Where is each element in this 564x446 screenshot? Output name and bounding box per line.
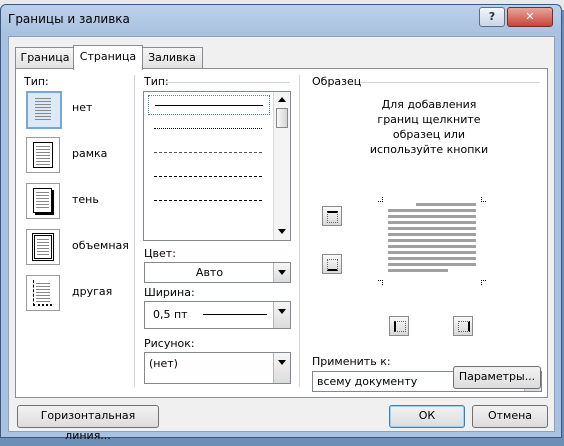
preview-text-line xyxy=(388,251,476,254)
column-divider xyxy=(299,75,300,387)
preview-text-line xyxy=(388,263,476,266)
tab-page-border[interactable]: Страница xyxy=(73,45,143,70)
preview-text-line xyxy=(388,245,476,248)
options-button-label: Параметры... xyxy=(458,370,536,383)
setting-custom[interactable] xyxy=(26,275,60,311)
top-border-button[interactable] xyxy=(322,206,342,226)
page-border-panel: Тип: нет рамка тень объемная другая Тип:… xyxy=(15,68,548,398)
right-border-button[interactable] xyxy=(453,316,473,336)
page-3d-icon xyxy=(32,233,54,261)
line-style-solid[interactable] xyxy=(148,95,270,115)
setting-none[interactable] xyxy=(26,91,62,129)
preview-label-rule xyxy=(360,82,540,83)
color-label: Цвет: xyxy=(144,247,176,260)
help-icon: ? xyxy=(488,10,496,23)
preview-text-line xyxy=(388,269,448,272)
corner-mark xyxy=(378,280,383,285)
preview-text-line xyxy=(416,203,476,206)
scroll-thumb[interactable] xyxy=(276,108,288,128)
line-style-dash[interactable] xyxy=(148,167,268,185)
corner-mark xyxy=(481,197,486,202)
help-button[interactable]: ? xyxy=(479,7,505,27)
close-button[interactable]: ✕ xyxy=(507,7,553,27)
width-value: 0,5 пт xyxy=(153,308,188,321)
corner-mark xyxy=(378,197,383,202)
setting-custom-label: другая xyxy=(72,285,113,298)
preview-text-line xyxy=(388,257,476,260)
width-label: Ширина: xyxy=(144,286,195,299)
dialog-body: Граница Страница Заливка Тип: нет рамка … xyxy=(8,36,555,442)
line-style-dotted[interactable] xyxy=(148,119,268,137)
setting-box-label: рамка xyxy=(72,147,108,160)
page-none-icon xyxy=(35,98,51,120)
setting-box[interactable] xyxy=(26,137,60,173)
setting-3d[interactable] xyxy=(26,229,60,265)
left-border-icon xyxy=(394,321,406,332)
chevron-down-icon[interactable] xyxy=(273,263,290,282)
apply-to-value: всему документу xyxy=(317,375,418,388)
line-style-small-dash[interactable] xyxy=(148,143,268,161)
cancel-label: Отмена xyxy=(487,409,533,422)
preview-hint: Для добавления границ щелкните образец и… xyxy=(369,98,489,156)
apply-to-label: Применить к: xyxy=(312,355,391,368)
art-label: Рисунок: xyxy=(144,337,195,350)
column-divider xyxy=(134,75,135,387)
width-sample-line xyxy=(203,314,267,315)
art-value: (нет) xyxy=(149,357,178,370)
preview-text-line xyxy=(388,227,476,230)
preview-text-line xyxy=(388,233,476,236)
borders-and-shading-dialog: Границы и заливка ? ✕ Граница Страница З… xyxy=(0,4,562,442)
close-icon: ✕ xyxy=(525,10,535,23)
width-select[interactable]: 0,5 пт xyxy=(144,301,291,329)
bottom-border-icon xyxy=(327,259,338,271)
chevron-down-icon[interactable] xyxy=(273,353,290,383)
scroll-down-icon[interactable] xyxy=(278,229,286,234)
tab-shading[interactable]: Заливка xyxy=(141,47,203,68)
scroll-up-icon[interactable] xyxy=(278,97,286,102)
window-title: Границы и заливка xyxy=(8,12,130,26)
setting-none-label: нет xyxy=(72,101,93,114)
page-custom-icon xyxy=(33,280,52,306)
preview-page[interactable] xyxy=(378,197,486,285)
preview-text-line xyxy=(388,215,476,218)
art-select[interactable]: (нет) xyxy=(144,352,291,384)
horizontal-line-button[interactable]: Горизонтальная линия... xyxy=(17,405,159,442)
tab-label: Заливка xyxy=(148,51,196,64)
color-select[interactable]: Авто xyxy=(144,262,291,283)
style-label-rule xyxy=(166,82,290,83)
cancel-button[interactable]: Отмена xyxy=(472,405,548,428)
tab-borders[interactable]: Граница xyxy=(15,47,75,68)
setting-shadow-label: тень xyxy=(72,193,99,206)
line-style-dash-dot[interactable] xyxy=(148,191,268,209)
options-button[interactable]: Параметры... xyxy=(453,366,541,389)
ok-label: ОК xyxy=(418,409,436,422)
bottom-border-button[interactable] xyxy=(322,254,342,274)
title-bar: Границы и заливка ? ✕ xyxy=(1,5,561,33)
preview-text-line xyxy=(388,209,476,212)
color-value: Авто xyxy=(195,266,224,279)
top-border-icon xyxy=(327,211,338,223)
chevron-down-icon[interactable] xyxy=(273,302,290,328)
preview-text-line xyxy=(388,221,476,224)
ok-button[interactable]: ОК xyxy=(389,405,465,428)
horizontal-line-label: Горизонтальная линия... xyxy=(40,409,136,442)
page-box-icon xyxy=(33,142,53,168)
page-shadow-icon xyxy=(33,188,52,213)
line-style-list[interactable] xyxy=(143,91,291,241)
corner-mark xyxy=(481,280,486,285)
tab-label: Страница xyxy=(79,50,137,63)
preview-text-line xyxy=(388,239,476,242)
setting-shadow[interactable] xyxy=(26,183,60,219)
left-border-button[interactable] xyxy=(389,316,409,336)
right-border-icon xyxy=(458,321,470,332)
setting-3d-label: объемная xyxy=(72,239,129,252)
setting-label: Тип: xyxy=(24,75,49,88)
tab-label: Граница xyxy=(20,51,70,64)
preview-label: Образец xyxy=(312,75,362,88)
line-style-scrollbar[interactable] xyxy=(273,92,290,240)
